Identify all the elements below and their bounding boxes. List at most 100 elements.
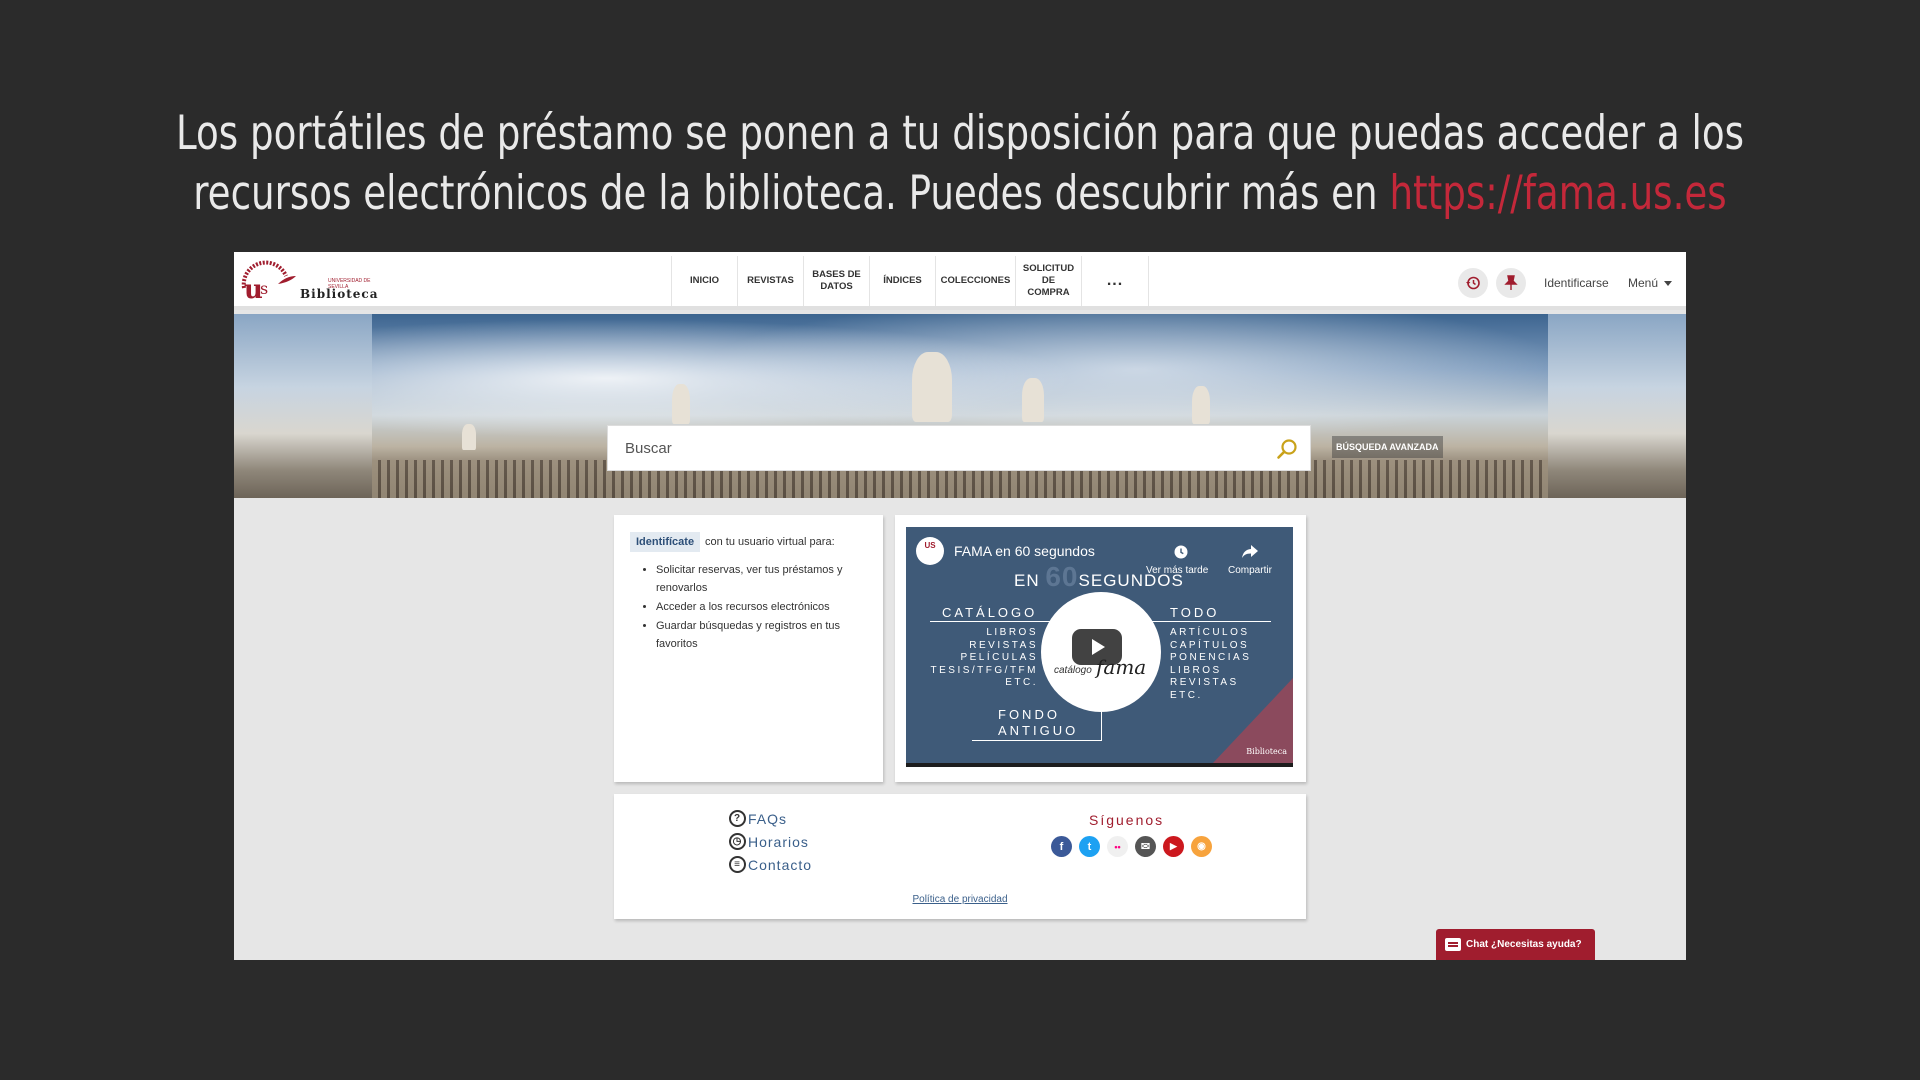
- us-seal-icon: u s: [241, 260, 296, 305]
- login-link[interactable]: Identificarse: [1544, 276, 1609, 290]
- footer-panel: ? FAQs ◷ Horarios ≡ Contacto Síguenos f …: [614, 794, 1306, 919]
- video-corner-logo: Biblioteca: [1246, 747, 1287, 756]
- statue-far-right: [1192, 386, 1210, 424]
- pin-icon: [1504, 275, 1518, 290]
- identificate-button[interactable]: Identifícate: [630, 532, 701, 552]
- social-icons: f t •• ✉ ▶ ◉: [1051, 836, 1212, 857]
- todo-rule: [1151, 621, 1271, 622]
- catalogo-item: PELÍCULAS: [960, 652, 1038, 664]
- todo-item: CAPÍTULOS: [1170, 639, 1250, 651]
- video-title[interactable]: FAMA en 60 segundos: [954, 543, 1095, 559]
- statue-center: [912, 352, 952, 422]
- todo-item: PONENCIAS: [1170, 652, 1252, 664]
- headline-line-2: recursos electrónicos de la biblioteca. …: [115, 164, 1805, 224]
- faqs-label: FAQs: [748, 810, 788, 827]
- logo-wordmark: Biblioteca: [300, 287, 379, 301]
- contact-icon: ≡: [729, 856, 746, 873]
- twitter-icon[interactable]: t: [1079, 836, 1100, 857]
- video-heading-number: 60: [1045, 561, 1079, 592]
- nav-more-button[interactable]: ...: [1081, 256, 1149, 306]
- todo-item: LIBROS: [1170, 664, 1222, 676]
- todo-label: TODO: [1170, 605, 1220, 620]
- youtube-icon[interactable]: ▶: [1163, 836, 1184, 857]
- contacto-label: Contacto: [748, 856, 813, 873]
- statue-right: [1022, 378, 1044, 422]
- video-panel: US FAMA en 60 segundos Ver más tarde Com…: [895, 515, 1306, 782]
- nav-item-revistas[interactable]: REVISTAS: [737, 256, 803, 306]
- fondo-label-1: FONDO: [998, 707, 1060, 722]
- share-icon: [1242, 545, 1258, 558]
- nav-item-indices[interactable]: ÍNDICES: [869, 256, 935, 306]
- fondo-label-2: ANTIGUO: [998, 723, 1079, 738]
- list-item: Guardar búsquedas y registros en tus fav…: [656, 617, 876, 653]
- slide-headline: Los portátiles de préstamo se ponen a tu…: [115, 104, 1805, 224]
- clock-icon: [1174, 545, 1188, 559]
- history-button[interactable]: [1458, 268, 1488, 298]
- video-heading-en: EN: [1014, 571, 1040, 590]
- video-heading-word: SEGUNDOS: [1078, 571, 1184, 590]
- login-intro-text: con tu usuario virtual para:: [705, 536, 835, 548]
- email-icon[interactable]: ✉: [1135, 836, 1156, 857]
- share-button[interactable]: Compartir: [1228, 545, 1272, 576]
- rss-icon[interactable]: ◉: [1191, 836, 1212, 857]
- main-nav: INICIO REVISTAS BASES DE DATOS ÍNDICES C…: [671, 256, 1149, 306]
- catalogo-label: CATÁLOGO: [942, 605, 1038, 620]
- faqs-link[interactable]: ? FAQs: [729, 810, 787, 827]
- list-item: Acceder a los recursos electrónicos: [656, 598, 876, 616]
- menu-label: Menú: [1628, 276, 1659, 290]
- facebook-icon[interactable]: f: [1051, 836, 1072, 857]
- top-navigation-bar: u s UNIVERSIDAD DE SEVILLA Biblioteca IN…: [234, 252, 1686, 310]
- flickr-icon[interactable]: ••: [1107, 836, 1128, 857]
- library-site-screenshot: u s UNIVERSIDAD DE SEVILLA Biblioteca IN…: [234, 252, 1686, 960]
- follow-us-heading: Síguenos: [1089, 812, 1165, 828]
- todo-item: ARTÍCULOS: [1170, 627, 1250, 638]
- horarios-label: Horarios: [748, 833, 809, 850]
- nav-item-colecciones[interactable]: COLECCIONES: [935, 256, 1015, 306]
- svg-text:s: s: [260, 279, 268, 298]
- horarios-link[interactable]: ◷ Horarios: [729, 833, 809, 850]
- catalogo-items: LIBROS REVISTAS PELÍCULAS TESIS/TFG/TFM …: [920, 627, 1038, 690]
- favorites-pin-button[interactable]: [1496, 268, 1526, 298]
- logo-catalogo-text: catálogo: [1054, 665, 1092, 676]
- headline-line-2-text: recursos electrónicos de la biblioteca. …: [193, 166, 1390, 221]
- nav-item-bases-label: BASES DE DATOS: [812, 269, 861, 292]
- catalogo-rule: [930, 621, 1050, 622]
- video-heading: EN 60SEGUNDOS: [1014, 561, 1184, 593]
- statue-left: [672, 384, 690, 424]
- catalogo-item: ETC.: [1005, 677, 1038, 689]
- privacy-policy-link[interactable]: Política de privacidad: [614, 894, 1306, 905]
- search-input[interactable]: [608, 426, 1258, 470]
- login-info-panel: Identifícate con tu usuario virtual para…: [614, 515, 883, 782]
- chevron-down-icon: [1664, 281, 1673, 287]
- channel-avatar[interactable]: US: [916, 537, 944, 565]
- chat-icon: [1445, 938, 1461, 951]
- fondo-rule: [972, 740, 1102, 741]
- nav-item-bases-de-datos[interactable]: BASES DE DATOS: [803, 256, 869, 306]
- question-icon: ?: [729, 810, 746, 827]
- hero-banner: BÚSQUEDA AVANZADA: [234, 314, 1686, 498]
- advanced-search-link[interactable]: BÚSQUEDA AVANZADA: [1332, 436, 1443, 458]
- biblioteca-logo[interactable]: u s UNIVERSIDAD DE SEVILLA Biblioteca: [238, 258, 388, 305]
- chat-help-button[interactable]: Chat ¿Necesitas ayuda?: [1436, 929, 1595, 960]
- nav-item-solicitud-label: SOLICITUD DE COMPRA: [1022, 263, 1075, 298]
- headline-line-1: Los portátiles de préstamo se ponen a tu…: [175, 106, 1744, 161]
- nav-item-inicio[interactable]: INICIO: [671, 256, 737, 306]
- clock-icon: ◷: [729, 833, 746, 850]
- menu-dropdown[interactable]: Menú: [1628, 276, 1673, 290]
- chat-label: Chat ¿Necesitas ayuda?: [1466, 939, 1582, 950]
- statue-far-left: [462, 424, 476, 450]
- search-bar: [607, 425, 1311, 471]
- list-item: Solicitar reservas, ver tus préstamos y …: [656, 561, 876, 597]
- benefits-list: Solicitar reservas, ver tus préstamos y …: [656, 561, 876, 654]
- embedded-video[interactable]: US FAMA en 60 segundos Ver más tarde Com…: [906, 527, 1293, 767]
- contacto-link[interactable]: ≡ Contacto: [729, 856, 812, 873]
- share-label: Compartir: [1228, 565, 1272, 576]
- search-icon[interactable]: [1276, 438, 1298, 460]
- headline-link[interactable]: https://fama.us.es: [1389, 166, 1726, 221]
- catalogo-item: LIBROS: [986, 627, 1038, 638]
- fondo-stem: [1101, 712, 1102, 741]
- nav-item-solicitud-compra[interactable]: SOLICITUD DE COMPRA: [1015, 256, 1081, 306]
- play-button-icon[interactable]: [1072, 629, 1122, 665]
- catalogo-item: REVISTAS: [969, 639, 1038, 651]
- catalogo-item: TESIS/TFG/TFM: [930, 664, 1038, 676]
